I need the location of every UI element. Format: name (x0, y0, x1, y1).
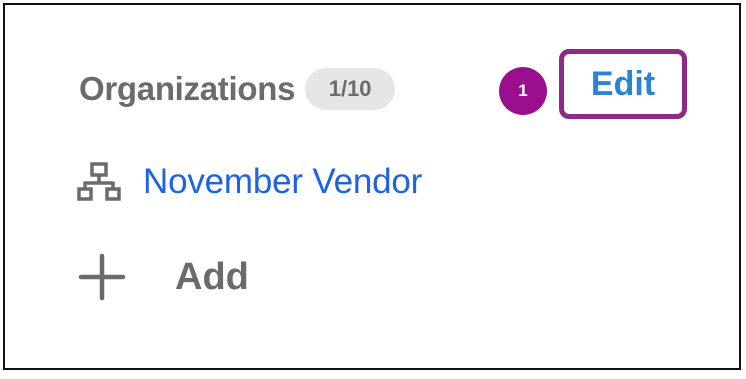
count-badge: 1/10 (305, 68, 396, 110)
organization-item[interactable]: November Vendor (77, 155, 422, 209)
plus-icon (78, 253, 126, 301)
section-title: Organizations (79, 70, 296, 107)
add-organization-button[interactable]: Add (77, 247, 249, 307)
sitemap-icon (77, 162, 121, 201)
edit-button[interactable]: Edit (564, 54, 682, 114)
step-marker: 1 (499, 67, 547, 115)
add-label[interactable]: Add (175, 256, 249, 299)
organization-link[interactable]: November Vendor (143, 162, 422, 202)
organizations-header: Organizations 1/10 (79, 65, 396, 113)
screenshot-frame: Organizations 1/10 1 Edit November Vendo… (3, 3, 741, 370)
